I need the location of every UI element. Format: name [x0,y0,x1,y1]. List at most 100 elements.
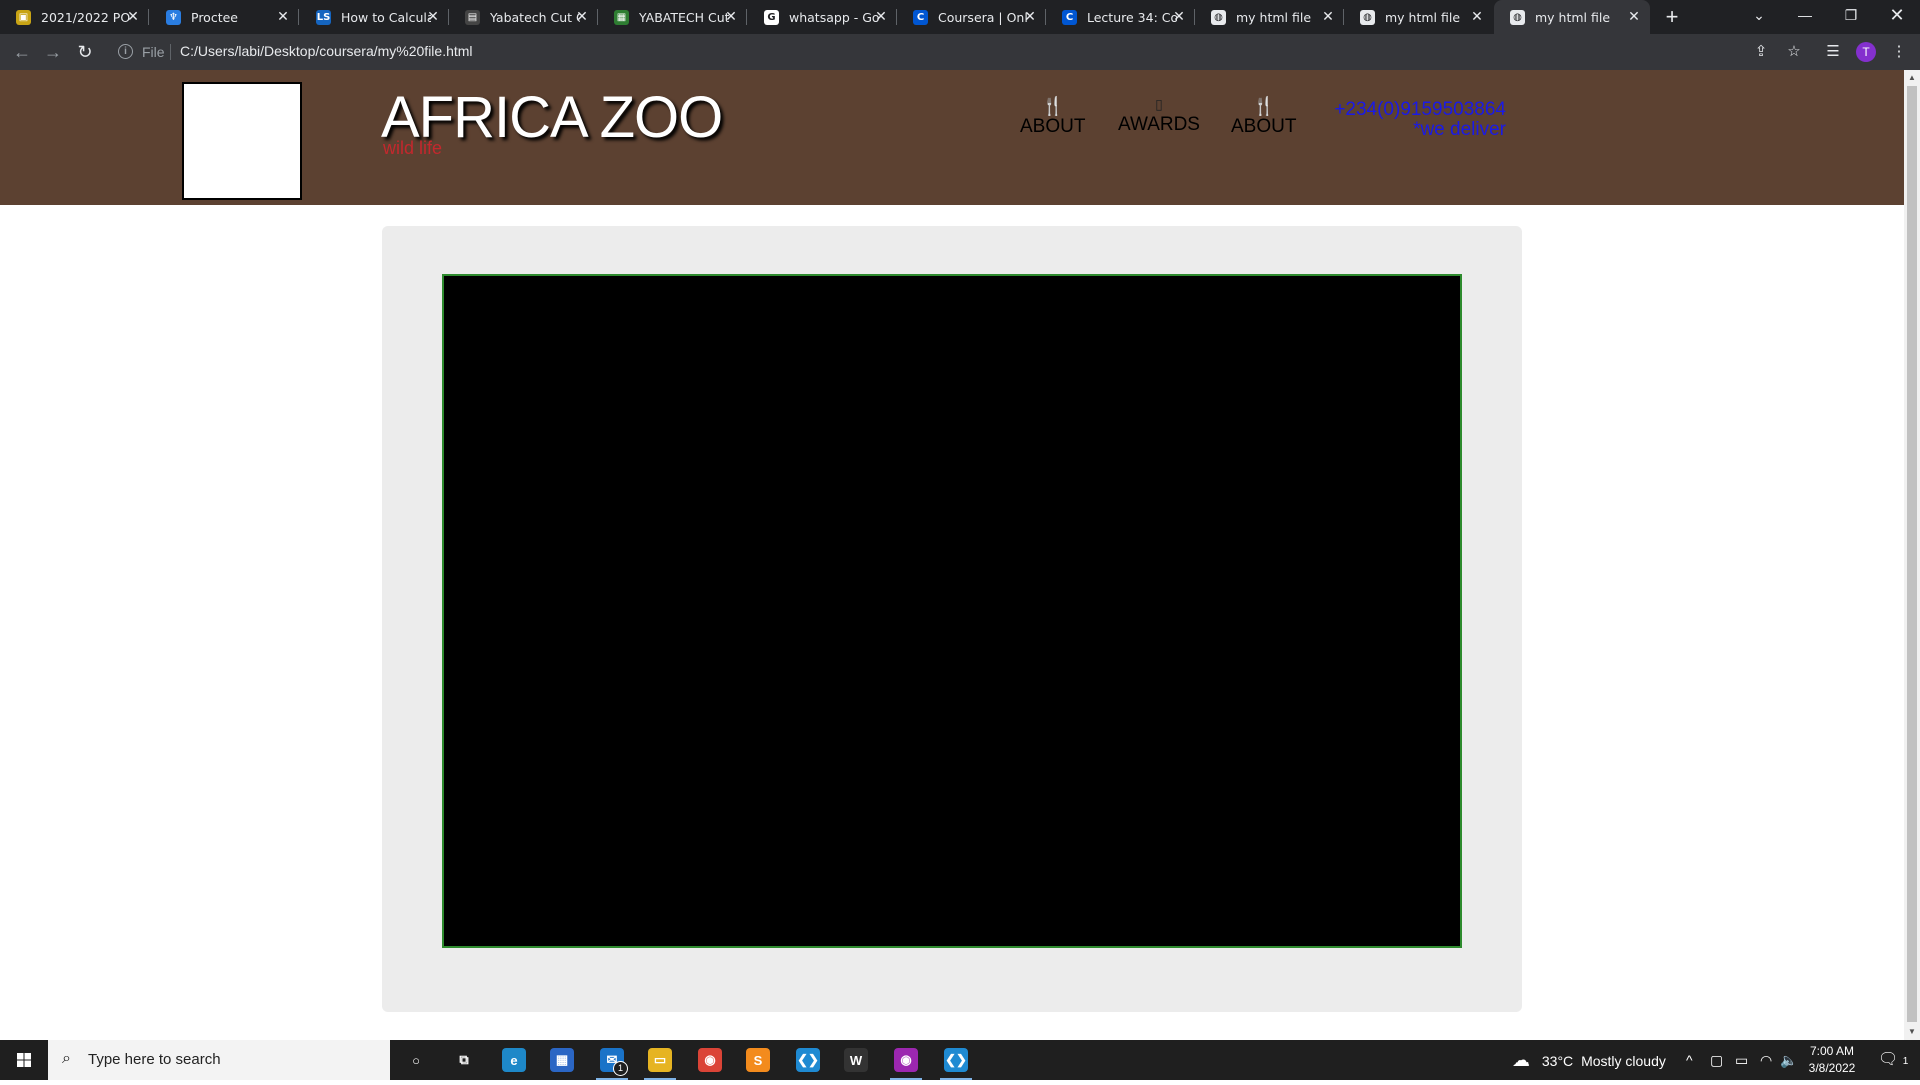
nav-item-awards[interactable]: ▯ AWARDS [1118,94,1200,136]
meet-now-icon[interactable]: ▢ [1710,1040,1723,1080]
clock-date: 3/8/2022 [1808,1061,1856,1075]
taskbar-app-task-view[interactable]: ⧉ [440,1040,488,1080]
content-panel [382,226,1522,1012]
profile-avatar[interactable]: T [1856,42,1876,62]
taskbar-app-store[interactable]: ▦ [538,1040,586,1080]
nav-item-label: AWARDS [1118,114,1200,135]
tab-close-icon[interactable]: ✕ [125,9,141,25]
scroll-down-icon[interactable]: ▼ [1904,1024,1920,1040]
tab-title: Coursera | Onlin [938,9,1028,25]
browser-tab[interactable]: ▦ YABATECH Cut C✕ [598,0,747,34]
browser-tab[interactable]: ♆ Proctee ✕ [150,0,299,34]
taskbar-app-vscode[interactable]: ❮❯ [784,1040,832,1080]
kebab-menu-icon[interactable]: ⋮ [1888,42,1910,60]
taskbar-app-file-explorer[interactable]: ▭ [636,1040,684,1080]
close-window-button[interactable]: ✕ [1874,0,1920,30]
nav-item-label: ABOUT [1231,116,1297,137]
taskbar-app-chrome-profile[interactable]: ◉ [882,1040,930,1080]
taskbar-app-edge[interactable]: e [490,1040,538,1080]
new-tab-button[interactable]: + [1660,6,1684,28]
page-scrollbar[interactable]: ▲ ▼ [1904,70,1920,1040]
minimize-button[interactable]: — [1782,0,1828,30]
browser-tab[interactable]: C Coursera | Onlin✕ [897,0,1046,34]
taskbar-app-mail[interactable]: ✉ 1 [588,1040,636,1080]
tab-close-icon[interactable]: ✕ [1469,9,1485,25]
forward-arrow-icon[interactable]: → [41,40,65,64]
weather-widget[interactable]: ☁ 33°C Mostly cloudy [1512,1040,1666,1080]
address-bar[interactable]: i File C:/Users/labi/Desktop/coursera/my… [108,38,1788,66]
tab-close-icon[interactable]: ✕ [1022,9,1038,25]
url-text[interactable]: C:/Users/labi/Desktop/coursera/my%20file… [180,43,473,59]
video-player[interactable] [442,274,1462,948]
cutlery-icon: 🍴 [1041,96,1064,116]
browser-tab[interactable]: LS How to Calculat ✕ [300,0,449,34]
taskbar-app-wamp[interactable]: W [832,1040,880,1080]
taskbar-app-chrome[interactable]: ◉ [686,1040,734,1080]
back-arrow-icon[interactable]: ← [10,40,34,64]
address-separator [170,44,171,60]
browser-tab[interactable]: C Lecture 34: Cod ✕ [1046,0,1195,34]
reading-list-icon[interactable]: ☰ [1822,42,1844,60]
tab-close-icon[interactable]: ✕ [574,9,590,25]
browser-tab[interactable]: ◍ my html file ✕ [1344,0,1493,34]
browser-tab[interactable]: ▤ Yabatech Cut Of✕ [449,0,598,34]
battery-icon[interactable]: ▭ [1735,1040,1748,1080]
scroll-thumb[interactable] [1907,86,1917,1022]
nav-item-about-2[interactable]: 🍴 ABOUT [1231,96,1296,138]
taskbar-app-sublime[interactable]: S [734,1040,782,1080]
wifi-icon[interactable]: ◠ [1760,1040,1772,1080]
reload-icon[interactable]: ↻ [73,40,97,64]
start-button[interactable] [0,1040,48,1080]
star-icon[interactable]: ☆ [1783,42,1805,60]
browser-tab[interactable]: ◍ my html file ✕ [1494,0,1650,34]
scroll-up-icon[interactable]: ▲ [1904,70,1920,86]
tab-close-icon[interactable]: ✕ [275,9,291,25]
tab-separator [148,9,149,25]
tab-title: Lecture 34: Cod [1087,9,1177,25]
weather-condition: Mostly cloudy [1581,1053,1666,1069]
store-icon: ▦ [550,1048,574,1072]
nav-item-label: ABOUT [1020,116,1086,137]
notification-count: 1 [1902,1056,1909,1067]
taskbar-search[interactable]: ⌕ Type here to search [48,1040,390,1080]
sublime-icon: S [746,1048,770,1072]
tab-title: How to Calculat [341,9,431,25]
cortana-icon: ○ [412,1052,420,1068]
tab-close-icon[interactable]: ✕ [1320,9,1336,25]
nav-item-about[interactable]: 🍴 ABOUT [1020,96,1085,138]
tray-chevron-icon[interactable]: ^ [1686,1040,1693,1080]
tab-title: whatsapp - Goo [789,9,879,25]
info-icon[interactable]: i [118,44,133,59]
tab-close-icon[interactable]: ✕ [1171,9,1187,25]
notification-icon: 🗨 [1878,1051,1899,1068]
tab-close-icon[interactable]: ✕ [873,9,889,25]
chrome-icon: ◉ [698,1048,722,1072]
share-icon[interactable]: ⇪ [1750,42,1772,60]
volume-icon[interactable]: 🔈 [1780,1040,1797,1080]
taskbar-app-cortana[interactable]: ○ [392,1040,440,1080]
browser-tab[interactable]: ◍ my html file ✕ [1195,0,1344,34]
tab-favicon-icon: C [1062,9,1077,25]
restore-button[interactable]: ❐ [1828,0,1874,30]
tab-favicon-icon: ◍ [1360,9,1375,25]
phone-number[interactable]: +234(0)9159503864 [1290,100,1506,120]
taskbar-app-vscode-2[interactable]: ❮❯ [932,1040,980,1080]
contact-info: +234(0)9159503864 *we deliver [1290,100,1506,140]
search-icon: ⌕ [62,1050,71,1067]
chrome-profile-icon: ◉ [894,1048,918,1072]
browser-tab[interactable]: ▣ 2021/2022 POS ✕ [0,0,149,34]
tab-close-icon[interactable]: ✕ [1626,9,1642,25]
tab-title: 2021/2022 POS [41,9,131,25]
tab-favicon-icon: ▤ [465,9,480,25]
browser-tab[interactable]: Gwhatsapp - Goo ✕ [748,0,897,34]
cutlery-icon: 🍴 [1252,96,1275,116]
system-clock[interactable]: 7:00 AM 3/8/2022 [1800,1043,1864,1077]
notification-center[interactable]: 🗨 1 [1878,1040,1908,1080]
tab-favicon-icon: ▦ [614,9,629,25]
wamp-icon: W [844,1048,868,1072]
edge-icon: e [502,1048,526,1072]
tab-search-icon[interactable]: ⌄ [1736,0,1782,30]
cloud-icon: ☁ [1512,1050,1530,1070]
tab-close-icon[interactable]: ✕ [425,9,441,25]
tab-close-icon[interactable]: ✕ [723,9,739,25]
